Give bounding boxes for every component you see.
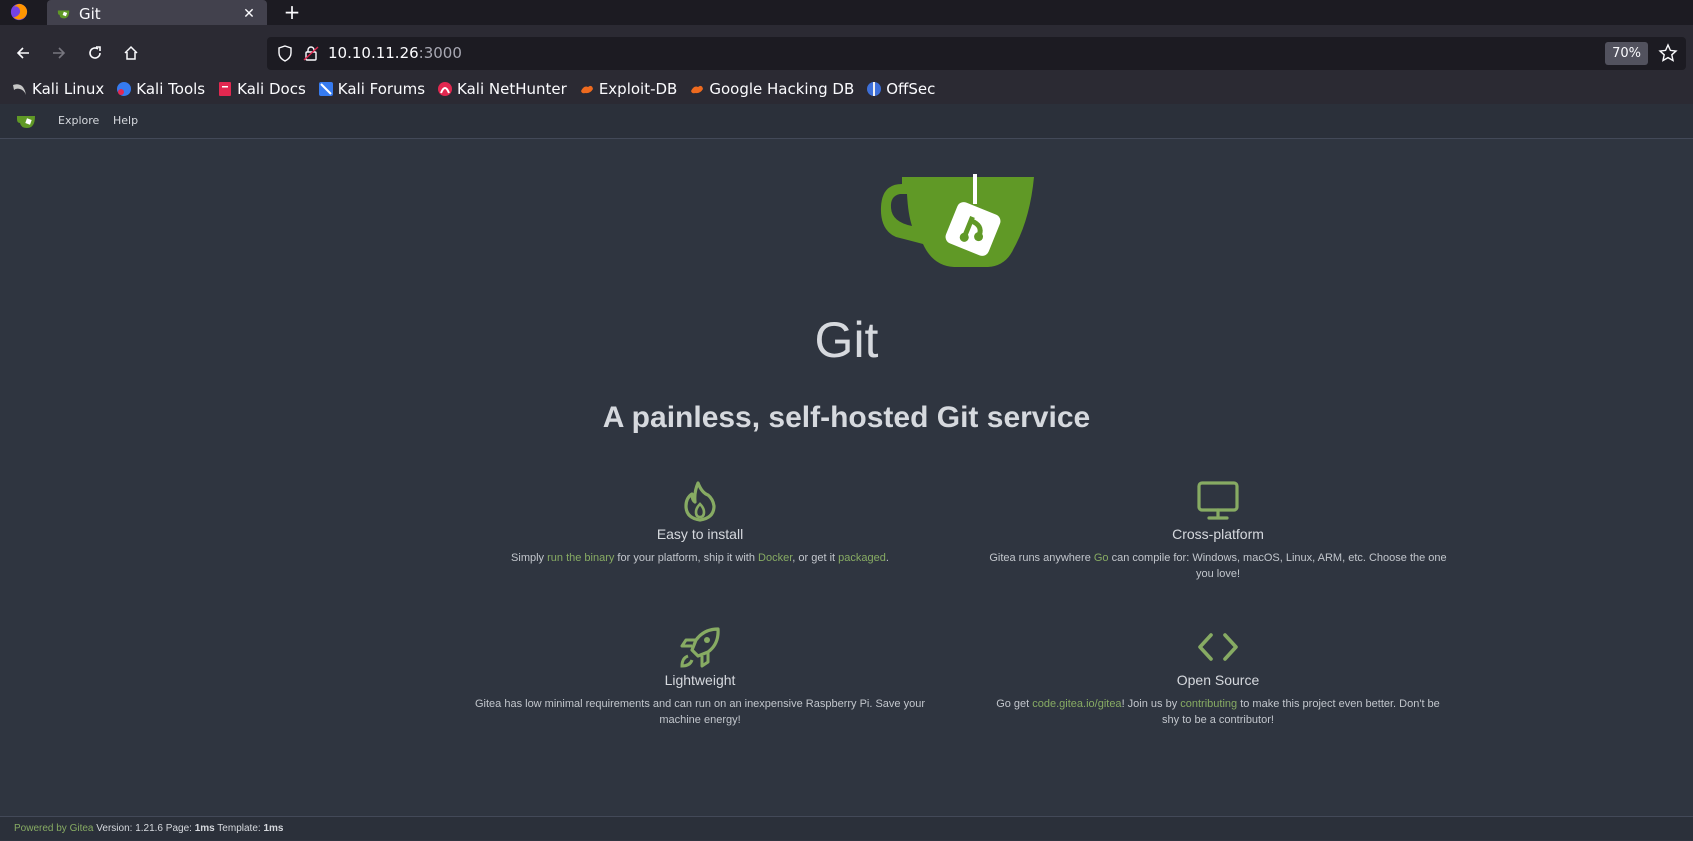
feature-heading: Lightweight [664, 672, 736, 688]
forward-arrow-icon [53, 47, 66, 59]
page-footer: Powered by Gitea Version: 1.21.6 Page: 1… [0, 816, 1693, 840]
bookmark-google-hacking-db[interactable]: Google Hacking DB [689, 80, 854, 98]
browser-tab-bar: Git ✕ + [0, 0, 1693, 28]
run-binary-link[interactable]: run the binary [547, 552, 614, 564]
bookmark-exploit-db[interactable]: Exploit-DB [579, 80, 678, 98]
bookmark-kali-nethunter[interactable]: Kali NetHunter [437, 80, 567, 98]
hero-subtitle: A painless, self-hosted Git service [602, 401, 1091, 434]
new-tab-button[interactable]: + [280, 0, 304, 25]
bookmark-kali-tools[interactable]: Kali Tools [116, 80, 205, 98]
feature-heading: Cross-platform [1172, 526, 1264, 542]
url-bar[interactable]: 10.10.11.26:3000 70% [267, 37, 1686, 70]
feature-heading: Open Source [1176, 672, 1260, 688]
feature-open-source: Open Source Go get code.gitea.io/gitea! … [988, 626, 1448, 728]
url-host: 10.10.11.26 [328, 44, 419, 62]
desc-text: Gitea runs anywhere [989, 552, 1094, 564]
exploit-db-icon [580, 85, 593, 94]
nav-help-link[interactable]: Help [113, 114, 138, 127]
bookmark-label: Kali Tools [136, 80, 206, 98]
feature-description: Gitea has low minimal requirements and c… [474, 698, 925, 726]
desc-text: ! Join us by [1121, 698, 1181, 710]
docker-link[interactable]: Docker [758, 552, 792, 564]
kali-tools-icon [117, 82, 132, 96]
kali-forums-icon [318, 82, 333, 96]
feature-description: Gitea runs anywhere Go can compile for: … [988, 550, 1448, 582]
home-button[interactable] [116, 38, 146, 68]
contributing-link[interactable]: contributing [1180, 698, 1237, 710]
desc-text: can compile for: Windows, macOS, Linux, … [1108, 552, 1447, 580]
bookmark-label: Kali Forums [337, 80, 426, 98]
monitor-icon [1197, 481, 1239, 520]
tab-close-icon[interactable]: ✕ [241, 6, 257, 22]
reload-icon [89, 46, 101, 59]
bookmark-label: OffSec [886, 80, 936, 98]
rocket-icon [680, 627, 720, 668]
zoom-level-badge[interactable]: 70% [1605, 42, 1648, 65]
feature-heading: Easy to install [656, 526, 744, 542]
feature-description: Go get code.gitea.io/gitea! Join us by c… [988, 696, 1448, 728]
bookmark-label: Google Hacking DB [709, 80, 855, 98]
kali-nethunter-icon [438, 82, 453, 96]
bookmark-star-icon[interactable] [1658, 43, 1678, 63]
packaged-link[interactable]: packaged [838, 552, 886, 564]
gitea-logo-icon[interactable] [16, 114, 36, 129]
footer-template-label: Template: [214, 823, 264, 834]
feature-description: Simply run the binary for your platform,… [470, 550, 930, 566]
bookmarks-toolbar: Kali Linux Kali Tools Kali Docs Kali For… [0, 74, 1693, 104]
reload-button[interactable] [80, 38, 110, 68]
flame-icon [684, 481, 716, 522]
tracking-shield-icon[interactable] [277, 45, 293, 62]
footer-page-time: 1ms [194, 823, 215, 834]
bookmark-offsec[interactable]: OffSec [866, 80, 935, 98]
bookmark-kali-docs[interactable]: Kali Docs [217, 80, 306, 98]
gitea-favicon-icon [57, 10, 70, 19]
nav-explore-link[interactable]: Explore [58, 114, 99, 127]
forward-button[interactable] [44, 38, 74, 68]
feature-easy-install: Easy to install Simply run the binary fo… [470, 480, 930, 566]
offsec-icon [867, 82, 882, 96]
desc-text: Go get [996, 698, 1033, 710]
go-link[interactable]: Go [1094, 552, 1109, 564]
home-icon [124, 45, 138, 60]
kali-dragon-icon [13, 84, 26, 95]
back-button[interactable] [8, 38, 38, 68]
back-arrow-icon [16, 47, 29, 59]
desc-text: for your platform, ship it with [614, 552, 759, 564]
kali-docs-icon [219, 82, 232, 96]
feature-lightweight: Lightweight Gitea has low minimal requir… [470, 626, 930, 728]
url-text[interactable]: 10.10.11.26:3000 [328, 44, 462, 62]
firefox-icon[interactable] [10, 3, 28, 21]
tab-title: Git [79, 5, 101, 23]
footer-template-time: 1ms [263, 823, 284, 834]
bookmark-kali-forums[interactable]: Kali Forums [318, 80, 425, 98]
code-gitea-link[interactable]: code.gitea.io/gitea [1032, 698, 1121, 710]
footer-version: Version: 1.21.6 Page: [93, 823, 195, 834]
desc-text: . [885, 552, 889, 564]
code-brackets-icon [1198, 633, 1238, 661]
bookmark-label: Kali NetHunter [457, 80, 567, 98]
insecure-lock-icon[interactable] [303, 45, 319, 62]
ghdb-icon [691, 85, 704, 94]
bookmark-label: Exploit-DB [598, 80, 678, 98]
browser-tab-active[interactable]: Git ✕ [47, 0, 267, 28]
gitea-teacup-logo-icon [880, 174, 1034, 267]
gitea-navbar: Explore Help [0, 104, 1693, 139]
bookmark-kali-linux[interactable]: Kali Linux [12, 80, 104, 98]
desc-text: , or get it [792, 552, 839, 564]
bookmark-label: Kali Linux [32, 80, 105, 98]
desc-text: Simply [511, 552, 548, 564]
hero-title: Git [814, 312, 879, 368]
bookmark-label: Kali Docs [237, 80, 306, 98]
feature-cross-platform: Cross-platform Gitea runs anywhere Go ca… [988, 480, 1448, 582]
powered-by-gitea-link[interactable]: Powered by Gitea [14, 823, 94, 834]
browser-nav-bar: 10.10.11.26:3000 70% [0, 25, 1693, 81]
url-port: :3000 [418, 44, 462, 62]
